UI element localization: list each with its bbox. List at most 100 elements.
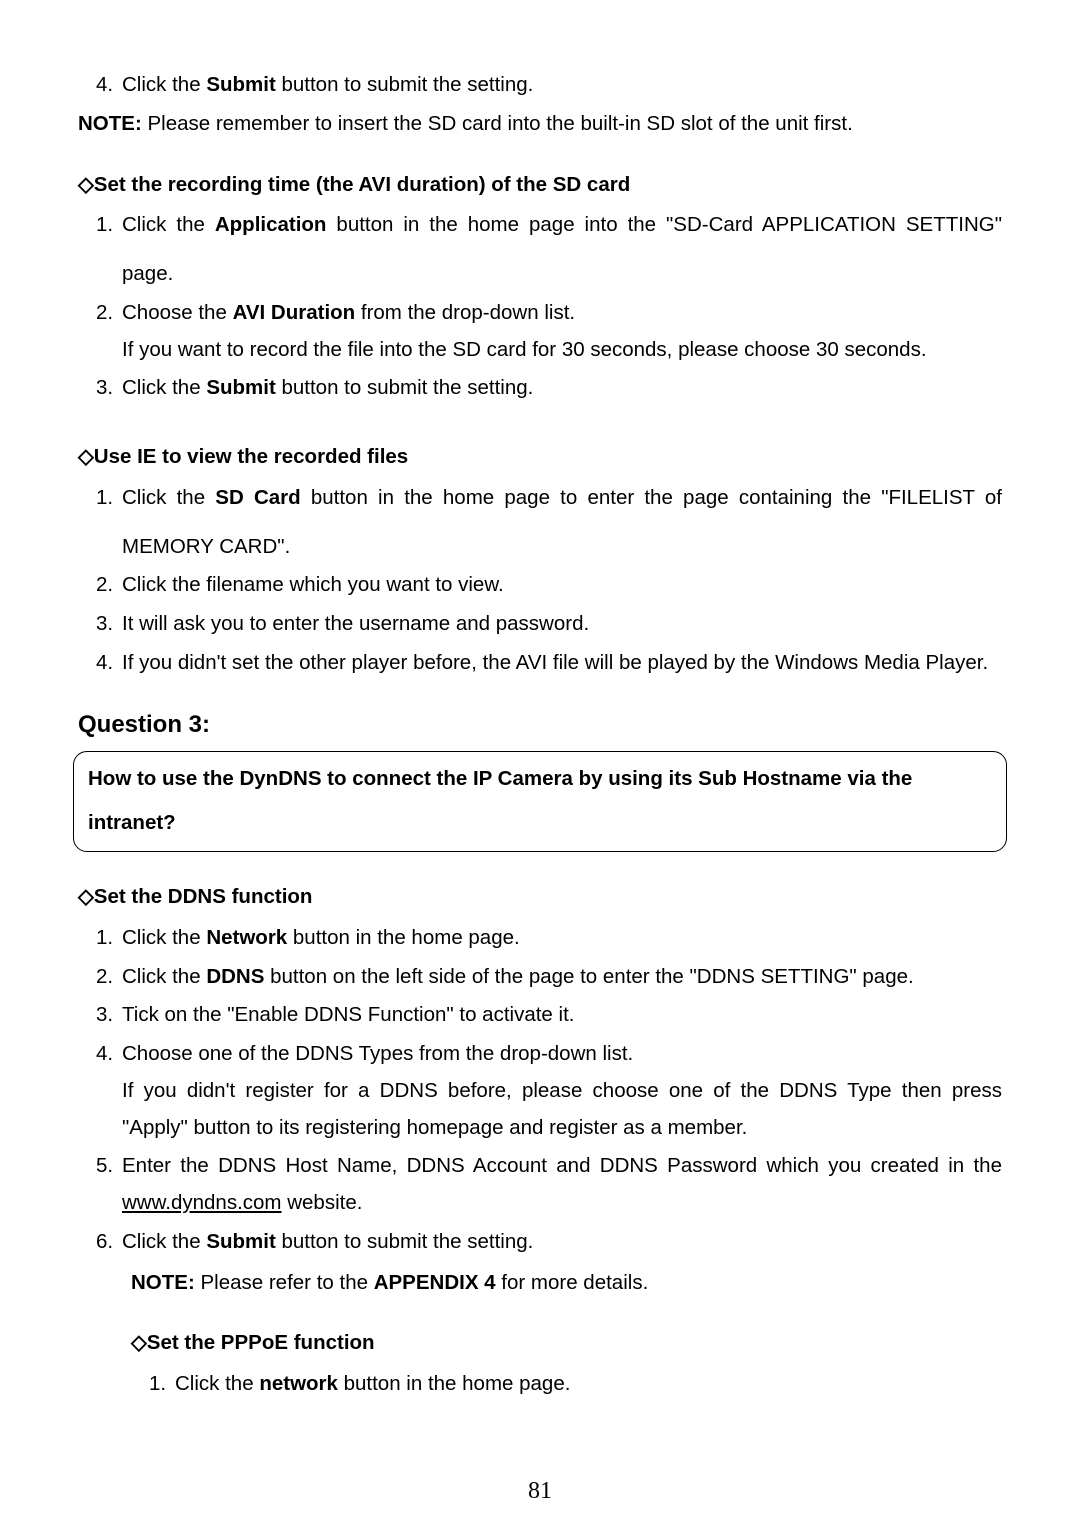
item-line1: Choose one of the DDNS Types from the dr… xyxy=(122,1039,1002,1070)
heading-use-ie: ◇Use IE to view the recorded files xyxy=(78,442,1002,473)
list-item: 3. Click the Submit button to submit the… xyxy=(96,373,1002,404)
prev-step4: 4. Click the Submit button to submit the… xyxy=(78,70,1002,101)
item-number: 4. xyxy=(96,70,122,101)
recording-list: 1. Click the Application button in the h… xyxy=(78,210,1002,404)
text-pre: Click the xyxy=(122,213,215,236)
text-post: from the drop-down list. xyxy=(355,301,575,324)
text-post: button in the home page to enter the pag… xyxy=(301,486,1002,509)
text-bold: Application xyxy=(215,213,327,236)
text-post: button on the left side of the page to e… xyxy=(264,965,913,988)
item-text: Enter the DDNS Host Name, DDNS Account a… xyxy=(122,1151,1002,1219)
list-item: 3. It will ask you to enter the username… xyxy=(96,609,1002,640)
text-pre: Click the xyxy=(122,73,206,96)
pppoe-list: 1. Click the network button in the home … xyxy=(131,1369,1002,1400)
item-text: Click the SD Card button in the home pag… xyxy=(122,483,1002,563)
item-number: 1. xyxy=(96,210,122,290)
text-pre: Click the xyxy=(122,486,215,509)
text-post: button in the home page. xyxy=(287,926,520,949)
list-item: 3. Tick on the "Enable DDNS Function" to… xyxy=(96,1000,1002,1031)
item-number: 1. xyxy=(96,923,122,954)
text-pre: Click the xyxy=(122,926,206,949)
item-line1: Enter the DDNS Host Name, DDNS Account a… xyxy=(122,1151,1002,1182)
note-label: NOTE: xyxy=(131,1271,195,1294)
item-number: 4. xyxy=(96,1039,122,1143)
ie-list: 1. Click the SD Card button in the home … xyxy=(78,483,1002,679)
text-pre: Click the xyxy=(122,965,206,988)
item-text: Click the network button in the home pag… xyxy=(175,1369,1002,1400)
item-text: It will ask you to enter the username an… xyxy=(122,609,1002,640)
question-3-label: Question 3: xyxy=(78,707,1002,743)
text-bold: network xyxy=(259,1372,338,1395)
list-item: 5. Enter the DDNS Host Name, DDNS Accoun… xyxy=(96,1151,1002,1219)
item-text: Choose the AVI Duration from the drop-do… xyxy=(122,298,1002,366)
text-bold: Submit xyxy=(206,1230,275,1253)
text-bold: Submit xyxy=(206,73,275,96)
text-post: button to submit the setting. xyxy=(276,376,534,399)
heading-recording-time: ◇Set the recording time (the AVI duratio… xyxy=(78,170,1002,201)
item-text: If you didn't set the other player befor… xyxy=(122,648,1002,679)
list-item: 4. Click the Submit button to submit the… xyxy=(96,70,1002,101)
item-number: 6. xyxy=(96,1227,122,1258)
text-pre: Choose the xyxy=(122,301,233,324)
note-label: NOTE: xyxy=(78,112,142,135)
list-item: 1. Click the network button in the home … xyxy=(149,1369,1002,1400)
item-extra2: "Apply" button to its registering homepa… xyxy=(122,1113,1002,1144)
item-text: Choose one of the DDNS Types from the dr… xyxy=(122,1039,1002,1143)
document-page: 4. Click the Submit button to submit the… xyxy=(0,0,1080,1400)
item-line1: Choose the AVI Duration from the drop-do… xyxy=(122,298,1002,329)
item-line2: If you want to record the file into the … xyxy=(122,335,1002,366)
text-bold: AVI Duration xyxy=(233,301,356,324)
item-number: 3. xyxy=(96,1000,122,1031)
text-bold: DDNS xyxy=(206,965,264,988)
text-post: button in the home page into the "SD-Car… xyxy=(326,213,1002,236)
item-text: Click the DDNS button on the left side o… xyxy=(122,962,1002,993)
note-pre: Please refer to the xyxy=(195,1271,374,1294)
item-number: 2. xyxy=(96,570,122,601)
pppoe-block: ◇Set the PPPoE function 1. Click the net… xyxy=(78,1328,1002,1400)
item-line2: MEMORY CARD". xyxy=(122,532,1002,563)
item-number: 1. xyxy=(96,483,122,563)
text-pre: Click the xyxy=(122,376,206,399)
item-number: 2. xyxy=(96,962,122,993)
item-number: 4. xyxy=(96,648,122,679)
text-pre: Click the xyxy=(175,1372,259,1395)
question-3-box: How to use the DynDNS to connect the IP … xyxy=(73,751,1007,853)
question-line2: intranet? xyxy=(88,808,992,839)
item-number: 3. xyxy=(96,609,122,640)
list-item: 4. Choose one of the DDNS Types from the… xyxy=(96,1039,1002,1143)
item-text: Click the Submit button to submit the se… xyxy=(122,373,1002,404)
item-text: Click the Network button in the home pag… xyxy=(122,923,1002,954)
page-number: 81 xyxy=(0,1478,1080,1505)
note-post: for more details. xyxy=(496,1271,649,1294)
list-item: 1. Click the Network button in the home … xyxy=(96,923,1002,954)
list-item: 6. Click the Submit button to submit the… xyxy=(96,1227,1002,1258)
text-bold: Network xyxy=(206,926,287,949)
text-pre: Click the xyxy=(122,1230,206,1253)
text-bold: Submit xyxy=(206,376,275,399)
text-tail: website. xyxy=(282,1191,363,1214)
heading-pppoe: ◇Set the PPPoE function xyxy=(131,1328,1002,1359)
item-line2: page. xyxy=(122,259,1002,290)
note-bold: APPENDIX 4 xyxy=(374,1271,496,1294)
item-line1: Click the Application button in the home… xyxy=(122,210,1002,241)
item-number: 2. xyxy=(96,298,122,366)
item-text: Click the filename which you want to vie… xyxy=(122,570,1002,601)
item-number: 3. xyxy=(96,373,122,404)
dyndns-link[interactable]: www.dyndns.com xyxy=(122,1191,282,1214)
text-post: button to submit the setting. xyxy=(276,73,534,96)
item-text: Click the Application button in the home… xyxy=(122,210,1002,290)
text-post: button in the home page. xyxy=(338,1372,571,1395)
heading-ddns: ◇Set the DDNS function xyxy=(78,882,1002,913)
ddns-list: 1. Click the Network button in the home … xyxy=(78,923,1002,1258)
note-line: NOTE: Please remember to insert the SD c… xyxy=(78,109,1002,140)
list-item: 2. Click the DDNS button on the left sid… xyxy=(96,962,1002,993)
list-item: 1. Click the SD Card button in the home … xyxy=(96,483,1002,563)
ddns-note: NOTE: Please refer to the APPENDIX 4 for… xyxy=(78,1268,1002,1299)
note-text: Please remember to insert the SD card in… xyxy=(142,112,853,135)
item-line2: www.dyndns.com website. xyxy=(122,1188,1002,1219)
text-post: button to submit the setting. xyxy=(276,1230,534,1253)
text-bold: SD Card xyxy=(215,486,300,509)
list-item: 1. Click the Application button in the h… xyxy=(96,210,1002,290)
list-item: 2. Choose the AVI Duration from the drop… xyxy=(96,298,1002,366)
item-text: Click the Submit button to submit the se… xyxy=(122,1227,1002,1258)
